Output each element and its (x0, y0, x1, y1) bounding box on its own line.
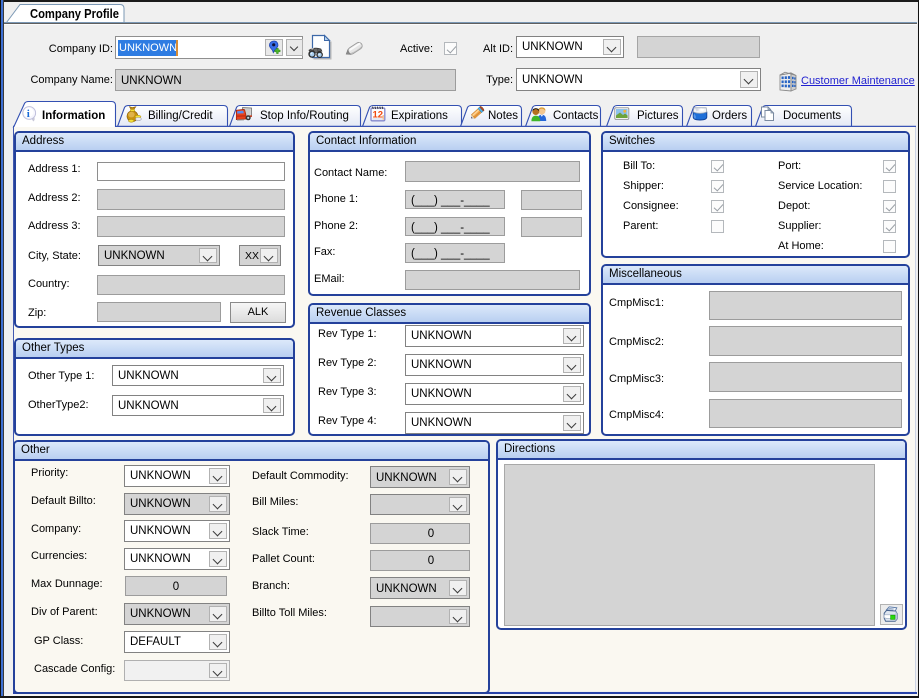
svg-text:Stop Info/Routing: Stop Info/Routing (260, 110, 349, 122)
svg-text:Pictures: Pictures (637, 110, 679, 122)
svg-text:Information: Information (42, 110, 105, 122)
svg-text:Expirations: Expirations (391, 110, 448, 122)
svg-text:Notes: Notes (488, 110, 518, 122)
svg-text:Documents: Documents (783, 110, 841, 122)
svg-text:Orders: Orders (712, 110, 747, 122)
svg-text:Company Profile: Company Profile (30, 7, 119, 21)
svg-text:Billing/Credit: Billing/Credit (148, 110, 213, 122)
svg-text:i: i (27, 108, 30, 120)
svg-text:Contacts: Contacts (553, 110, 599, 122)
